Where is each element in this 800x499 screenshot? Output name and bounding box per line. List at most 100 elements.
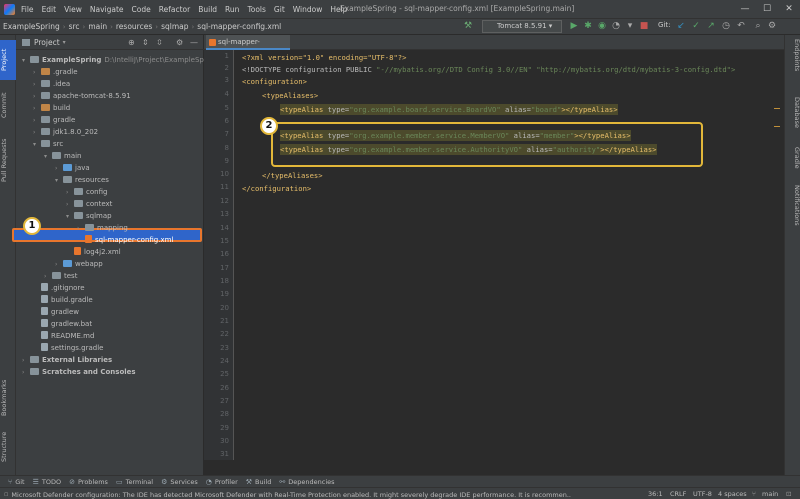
tree-item[interactable]: gradlew xyxy=(33,306,79,318)
tree-item[interactable]: gradlew.bat xyxy=(33,318,92,330)
tree-item[interactable]: ▾ ExampleSpring D:\IntelliJ\Project\Exampl… xyxy=(22,54,218,66)
menu-view[interactable]: View xyxy=(60,5,86,14)
tool-dependencies[interactable]: ⚯ Dependencies xyxy=(279,478,334,486)
tab-sql-mapper-config[interactable]: sql-mapper-config.xml × xyxy=(206,35,290,61)
tool-git[interactable]: ⑂ Git xyxy=(8,478,25,486)
caret-position[interactable]: 36:1 xyxy=(648,490,663,498)
file-encoding[interactable]: UTF-8 xyxy=(693,490,712,498)
chevron-down-icon[interactable]: ▾ xyxy=(55,175,63,187)
maximize-button[interactable]: ☐ xyxy=(756,0,778,18)
menu-window[interactable]: Window xyxy=(289,5,327,14)
menu-refactor[interactable]: Refactor xyxy=(155,5,194,14)
tool-structure[interactable]: Structure xyxy=(0,427,16,467)
search-everywhere-icon[interactable]: ⌕ xyxy=(752,20,764,32)
lock-icon[interactable]: ⊡ xyxy=(786,490,791,498)
tree-item[interactable]: › apache-tomcat-8.5.91 xyxy=(33,90,131,102)
chevron-down-icon[interactable]: ▾ xyxy=(44,151,52,163)
menu-build[interactable]: Build xyxy=(194,5,221,14)
tool-profiler[interactable]: ◔ Profiler xyxy=(206,478,238,486)
tool-services[interactable]: ⚙ Services xyxy=(161,478,198,486)
tree-item[interactable]: README.md xyxy=(33,330,94,342)
chevron-down-icon[interactable]: ▾ xyxy=(33,139,41,151)
breadcrumb-item[interactable]: sql-mapper-config.xml xyxy=(194,22,284,31)
tool-build[interactable]: ⚒ Build xyxy=(246,478,272,486)
menu-edit[interactable]: Edit xyxy=(38,5,61,14)
tree-item[interactable]: ▾ src xyxy=(33,138,63,150)
tree-item[interactable]: sql-mapper-config.xml xyxy=(77,234,173,246)
stop-icon[interactable]: ■ xyxy=(638,20,650,32)
tree-item[interactable]: › jdk1.8.0_202 xyxy=(33,126,98,138)
breadcrumb-item[interactable]: resources xyxy=(113,22,155,31)
tool-notifications[interactable]: Notifications xyxy=(787,185,800,235)
tree-item[interactable]: › .idea xyxy=(33,78,70,90)
breadcrumb-item[interactable]: main xyxy=(85,22,110,31)
run-config-select[interactable]: Tomcat 8.5.91 ▾ xyxy=(482,20,562,33)
gear-icon[interactable]: ⚙ xyxy=(176,38,183,47)
run-icon[interactable]: ▶ xyxy=(568,20,580,32)
tree-item[interactable]: › java xyxy=(55,162,90,174)
tree-item[interactable]: › Scratches and Consoles xyxy=(22,366,136,378)
indent-setting[interactable]: 4 spaces xyxy=(718,490,747,498)
git-push-icon[interactable]: ↗ xyxy=(705,20,717,32)
code-editor[interactable]: <?xml version="1.0" encoding="UTF-8"?> <… xyxy=(234,50,784,460)
menu-navigate[interactable]: Navigate xyxy=(86,5,128,14)
minimize-button[interactable]: — xyxy=(734,0,756,18)
tree-item[interactable]: › test xyxy=(44,270,77,282)
tree-item[interactable]: ▾ main xyxy=(44,150,82,162)
git-commit-icon[interactable]: ✓ xyxy=(690,20,702,32)
tree-item[interactable]: .gitignore xyxy=(33,282,85,294)
git-branch[interactable]: main xyxy=(762,490,778,498)
tool-database[interactable]: Database xyxy=(787,97,800,137)
chevron-down-icon[interactable]: ▾ xyxy=(66,211,74,223)
menu-code[interactable]: Code xyxy=(128,5,155,14)
chevron-down-icon[interactable]: ▾ xyxy=(63,39,66,46)
tool-endpoints[interactable]: Endpoints xyxy=(787,39,800,79)
menu-run[interactable]: Run xyxy=(221,5,243,14)
menu-git[interactable]: Git xyxy=(270,5,289,14)
tree-item[interactable]: › mapping xyxy=(77,222,128,234)
tool-commit[interactable]: Commit xyxy=(0,85,16,125)
tree-item[interactable]: › gradle xyxy=(33,114,75,126)
tree-item[interactable]: › context xyxy=(66,198,112,210)
hide-icon[interactable]: — xyxy=(190,38,198,47)
collapse-all-icon[interactable]: ⇳ xyxy=(156,38,163,47)
git-update-icon[interactable]: ↙ xyxy=(675,20,687,32)
tool-gradle[interactable]: Gradle xyxy=(787,147,800,177)
tool-bookmarks[interactable]: Bookmarks xyxy=(0,375,16,420)
menu-file[interactable]: File xyxy=(17,5,38,14)
debug-icon[interactable]: ✱ xyxy=(582,20,594,32)
coverage-icon[interactable]: ◉ xyxy=(596,20,608,32)
tree-item[interactable]: › .gradle xyxy=(33,66,78,78)
tree-item[interactable]: ▾ sqlmap xyxy=(66,210,112,222)
git-history-icon[interactable]: ◷ xyxy=(720,20,732,32)
breadcrumb-item[interactable]: sqlmap xyxy=(158,22,191,31)
tree-item[interactable]: › webapp xyxy=(55,258,103,270)
project-panel-title[interactable]: Project xyxy=(34,38,60,47)
line-separator[interactable]: CRLF xyxy=(670,490,686,498)
tool-project[interactable]: Project xyxy=(0,40,16,80)
tree-item[interactable]: › config xyxy=(66,186,107,198)
profile-icon[interactable]: ◔ xyxy=(610,20,622,32)
tool-pull-requests[interactable]: Pull Requests xyxy=(0,130,16,190)
tool-todo[interactable]: ☰ TODO xyxy=(33,478,62,486)
breadcrumb-item[interactable]: ExampleSpring xyxy=(0,22,63,31)
tree-item[interactable]: › build xyxy=(33,102,70,114)
tree-item[interactable]: settings.gradle xyxy=(33,342,103,354)
tree-item[interactable]: build.gradle xyxy=(33,294,93,306)
git-rollback-icon[interactable]: ↶ xyxy=(735,20,747,32)
chevron-down-icon[interactable]: ▾ xyxy=(22,55,30,67)
breadcrumb-item[interactable]: src xyxy=(66,22,83,31)
tree-item[interactable]: ▾ resources xyxy=(55,174,109,186)
tree-item[interactable]: › External Libraries xyxy=(22,354,112,366)
menu-tools[interactable]: Tools xyxy=(243,5,269,14)
tree-item[interactable]: log4j2.xml xyxy=(66,246,121,258)
more-run-icon[interactable]: ▾ xyxy=(624,20,636,32)
chevron-right-icon[interactable]: › xyxy=(22,367,30,379)
tool-problems[interactable]: ⊘ Problems xyxy=(69,478,108,486)
locate-icon[interactable]: ⊕ xyxy=(128,38,135,47)
settings-icon[interactable]: ⚙ xyxy=(766,20,778,32)
status-message[interactable]: Microsoft Defender configuration: The ID… xyxy=(11,489,571,499)
tool-terminal[interactable]: ▭ Terminal xyxy=(116,478,153,486)
close-window-button[interactable]: ✕ xyxy=(778,0,800,18)
hammer-icon[interactable]: ⚒ xyxy=(462,20,474,32)
